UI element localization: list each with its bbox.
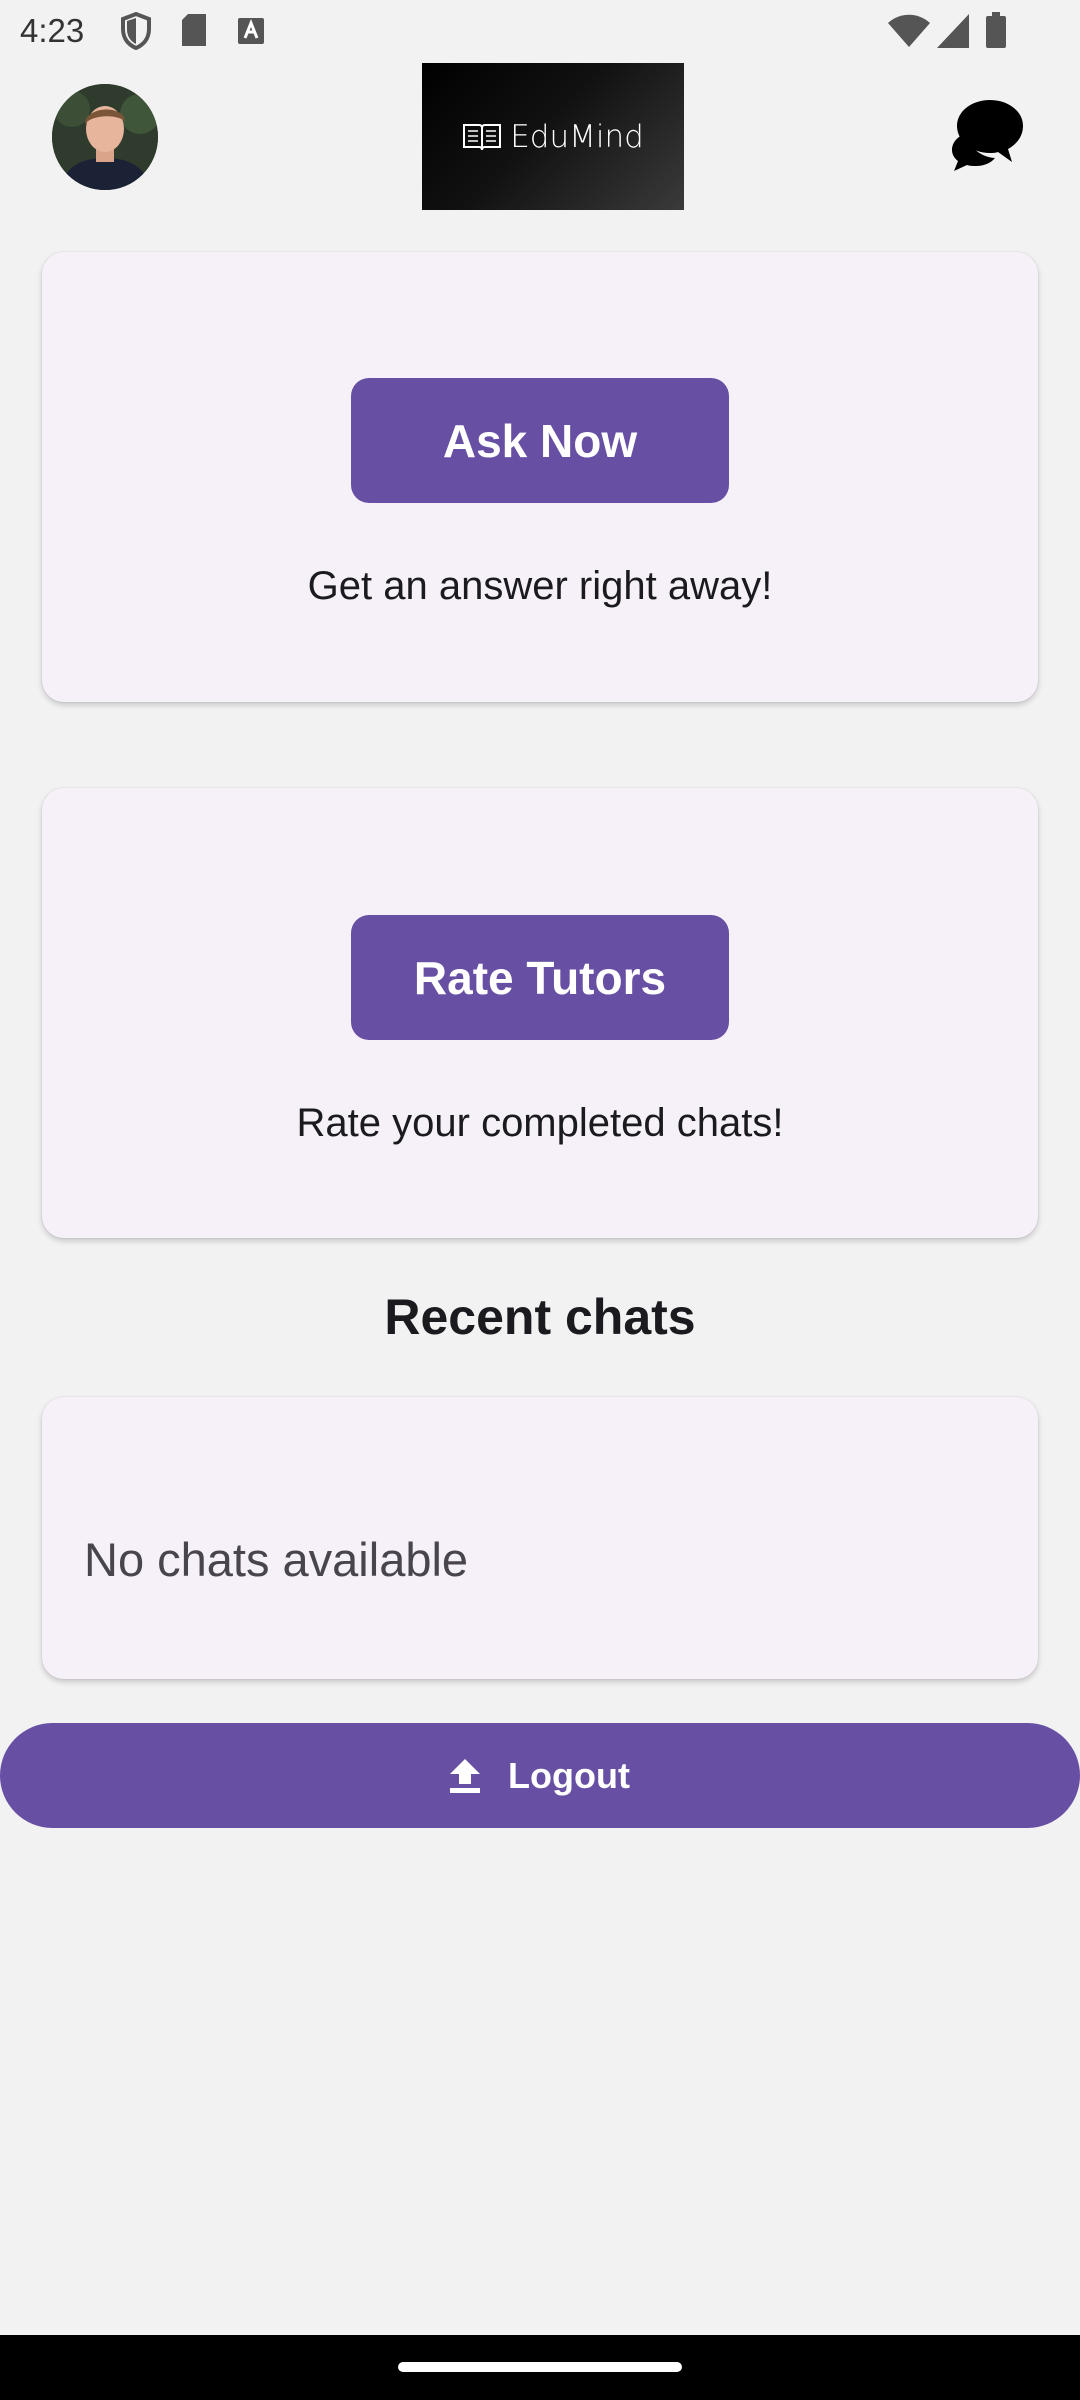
upload-icon [450,1758,481,1793]
logout-button[interactable]: Logout [0,1723,1080,1828]
recent-chats-title: Recent chats [384,1289,696,1345]
ask-now-card: Ask Now Get an answer right away! [42,252,1038,702]
empty-chats-text: No chats available [84,1533,469,1586]
signal-icon [937,14,969,48]
rate-tutors-button[interactable]: Rate Tutors [351,915,729,1040]
avatar[interactable] [52,84,158,190]
status-bar: 4:23 [0,0,1080,62]
chat-bubbles-icon [952,100,1023,171]
app-logo: EduMind [422,63,684,210]
rate-tutors-card: Rate Tutors Rate your completed chats! [42,788,1038,1238]
battery-icon [986,12,1006,48]
book-icon [463,123,502,150]
profile-avatar-icon [52,84,158,190]
font-icon [238,18,264,44]
home-gesture-handle[interactable] [398,2362,682,2372]
ask-now-caption: Get an answer right away! [307,564,773,608]
ask-now-button[interactable]: Ask Now [351,378,729,503]
rate-tutors-caption: Rate your completed chats! [296,1101,784,1145]
wifi-icon [888,14,930,47]
shield-icon [121,12,151,50]
status-time: 4:23 [20,12,85,49]
sd-card-icon [182,14,206,46]
logout-label: Logout [508,1754,630,1796]
logo-text: EduMind [510,118,644,155]
chat-button[interactable] [950,96,1026,172]
